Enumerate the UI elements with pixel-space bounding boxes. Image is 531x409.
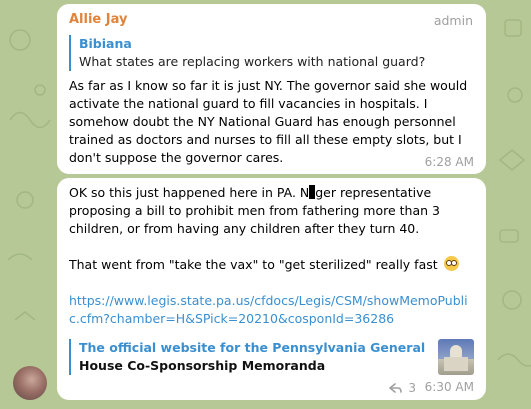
link-preview-site: The official website for the Pennsylvani… bbox=[79, 340, 429, 355]
forward-count: 3 bbox=[408, 381, 416, 395]
reply-quote[interactable]: Bibiana What states are replacing worker… bbox=[69, 35, 474, 71]
flushed-face-emoji-icon bbox=[443, 256, 459, 271]
message-bubble-2[interactable]: OK so this just happened here in PA. Nge… bbox=[57, 178, 486, 400]
sender-avatar[interactable] bbox=[13, 366, 47, 400]
link-preview[interactable]: The official website for the Pennsylvani… bbox=[69, 339, 474, 375]
message-text: As far as I know so far it is just NY. T… bbox=[69, 78, 468, 165]
message-link[interactable]: https://www.legis.state.pa.us/cfdocs/Leg… bbox=[69, 292, 477, 328]
admin-badge: admin bbox=[433, 13, 473, 28]
link-preview-title: House Co-Sponsorship Memoranda bbox=[79, 358, 326, 373]
reply-author: Bibiana bbox=[79, 36, 132, 51]
message-time: 6:30 AM bbox=[424, 380, 474, 394]
link-preview-thumbnail bbox=[438, 339, 474, 375]
forward-arrow-icon bbox=[389, 382, 403, 393]
reply-text: What states are replacing workers with n… bbox=[79, 54, 426, 69]
sender-name[interactable]: Allie Jay bbox=[69, 12, 127, 27]
message-text-part1a: OK so this just happened here in PA. N bbox=[69, 185, 310, 200]
forwards-indicator: 3 bbox=[389, 381, 416, 395]
message-time: 6:28 AM bbox=[424, 155, 474, 169]
message-text-2: That went from "take the vax" to "get st… bbox=[69, 256, 479, 274]
message-text: OK so this just happened here in PA. Nge… bbox=[69, 184, 479, 238]
message-bubble-1[interactable]: Allie Jay admin Bibiana What states are … bbox=[57, 4, 486, 174]
message-text-part2: That went from "take the vax" to "get st… bbox=[69, 257, 438, 272]
